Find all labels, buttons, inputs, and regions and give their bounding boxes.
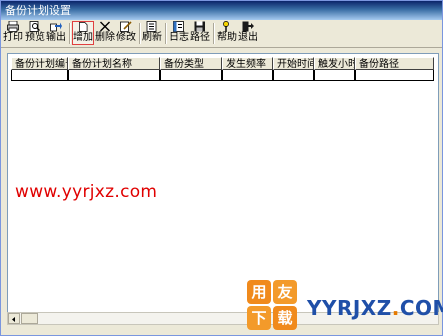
add-label: 增加 bbox=[73, 32, 93, 43]
table-cell[interactable] bbox=[11, 70, 68, 81]
window-title: 备份计划设置 bbox=[5, 4, 71, 17]
watermark-site-name: YYRJXZ.COM bbox=[307, 296, 443, 320]
column-header[interactable]: 备份路径 bbox=[355, 57, 434, 70]
toolbar: 打印 预览 输出 增加 删除 修改 刷新 日志 路径 帮助 退出 bbox=[1, 20, 442, 48]
site-dot: . bbox=[391, 296, 400, 320]
site-tail: COM bbox=[399, 296, 443, 320]
print-label: 打印 bbox=[3, 32, 23, 43]
backup-plan-window: 备份计划设置 打印 预览 输出 增加 删除 修改 刷新 日志 路径 帮助 退出 … bbox=[0, 0, 443, 336]
watermark-url: www.yyrjxz.com bbox=[15, 182, 158, 202]
refresh-label: 刷新 bbox=[142, 32, 162, 43]
scroll-left-arrow[interactable] bbox=[8, 313, 20, 324]
delete-label: 删除 bbox=[95, 32, 115, 43]
table-cell[interactable] bbox=[273, 70, 314, 81]
save-disk-icon bbox=[194, 21, 205, 32]
toolbar-separator bbox=[69, 23, 71, 44]
scroll-thumb[interactable] bbox=[21, 313, 38, 324]
printer-icon bbox=[7, 21, 19, 32]
log-button[interactable]: 日志 bbox=[169, 21, 189, 45]
table-cell[interactable] bbox=[314, 70, 355, 81]
column-header[interactable]: 开始时间 bbox=[273, 57, 314, 70]
exit-label: 退出 bbox=[238, 32, 258, 43]
window-titlebar: 备份计划设置 bbox=[1, 1, 442, 20]
log-book-icon bbox=[173, 21, 184, 32]
site-main: YYRJXZ bbox=[307, 296, 392, 320]
column-header[interactable]: 备份类型 bbox=[160, 57, 222, 70]
print-button[interactable]: 打印 bbox=[3, 21, 23, 45]
export-arrow-icon bbox=[50, 22, 62, 32]
modify-label: 修改 bbox=[116, 32, 136, 43]
table-cell[interactable] bbox=[222, 70, 273, 81]
help-key-icon bbox=[223, 21, 229, 32]
edit-icon bbox=[120, 21, 132, 32]
column-header[interactable]: 触发小时 bbox=[314, 57, 355, 70]
badge-char: 友 bbox=[273, 280, 297, 304]
exit-door-icon bbox=[242, 21, 254, 32]
add-button[interactable]: 增加 bbox=[72, 21, 94, 45]
help-label: 帮助 bbox=[217, 32, 237, 43]
exit-button[interactable]: 退出 bbox=[238, 21, 258, 45]
scroll-left-icon bbox=[12, 317, 15, 322]
export-button[interactable]: 输出 bbox=[46, 21, 66, 45]
grid-header: 备份计划编号 备份计划名称 备份类型 发生频率 开始时间 触发小时 备份路径 bbox=[11, 57, 434, 70]
preview-label: 预览 bbox=[25, 32, 45, 43]
toolbar-separator bbox=[213, 23, 215, 44]
delete-x-icon bbox=[100, 21, 110, 32]
modify-button[interactable]: 修改 bbox=[116, 21, 136, 45]
column-header[interactable]: 发生频率 bbox=[222, 57, 273, 70]
table-cell[interactable] bbox=[355, 70, 434, 81]
badge-char: 下 bbox=[247, 306, 271, 330]
new-document-icon bbox=[79, 22, 88, 32]
path-label: 路径 bbox=[190, 32, 210, 43]
column-header[interactable]: 备份计划编号 bbox=[11, 57, 68, 70]
refresh-button[interactable]: 刷新 bbox=[142, 21, 162, 45]
badge-char: 载 bbox=[273, 306, 297, 330]
badge-char: 用 bbox=[247, 280, 271, 304]
path-button[interactable]: 路径 bbox=[190, 21, 210, 45]
delete-button[interactable]: 删除 bbox=[95, 21, 115, 45]
table-row[interactable] bbox=[11, 70, 434, 81]
column-header[interactable]: 备份计划名称 bbox=[68, 57, 160, 70]
log-label: 日志 bbox=[169, 32, 189, 43]
magnifier-icon bbox=[29, 21, 40, 32]
watermark-badge: 用 友 下 载 bbox=[247, 280, 299, 332]
help-button[interactable]: 帮助 bbox=[217, 21, 237, 45]
toolbar-separator bbox=[139, 23, 141, 44]
table-cell[interactable] bbox=[68, 70, 160, 81]
export-label: 输出 bbox=[46, 32, 66, 43]
refresh-icon bbox=[146, 21, 157, 32]
toolbar-separator bbox=[165, 23, 167, 44]
preview-button[interactable]: 预览 bbox=[25, 21, 45, 45]
watermark-logo: 用 友 下 载 YYRJXZ.COM bbox=[247, 280, 443, 336]
table-cell[interactable] bbox=[160, 70, 222, 81]
